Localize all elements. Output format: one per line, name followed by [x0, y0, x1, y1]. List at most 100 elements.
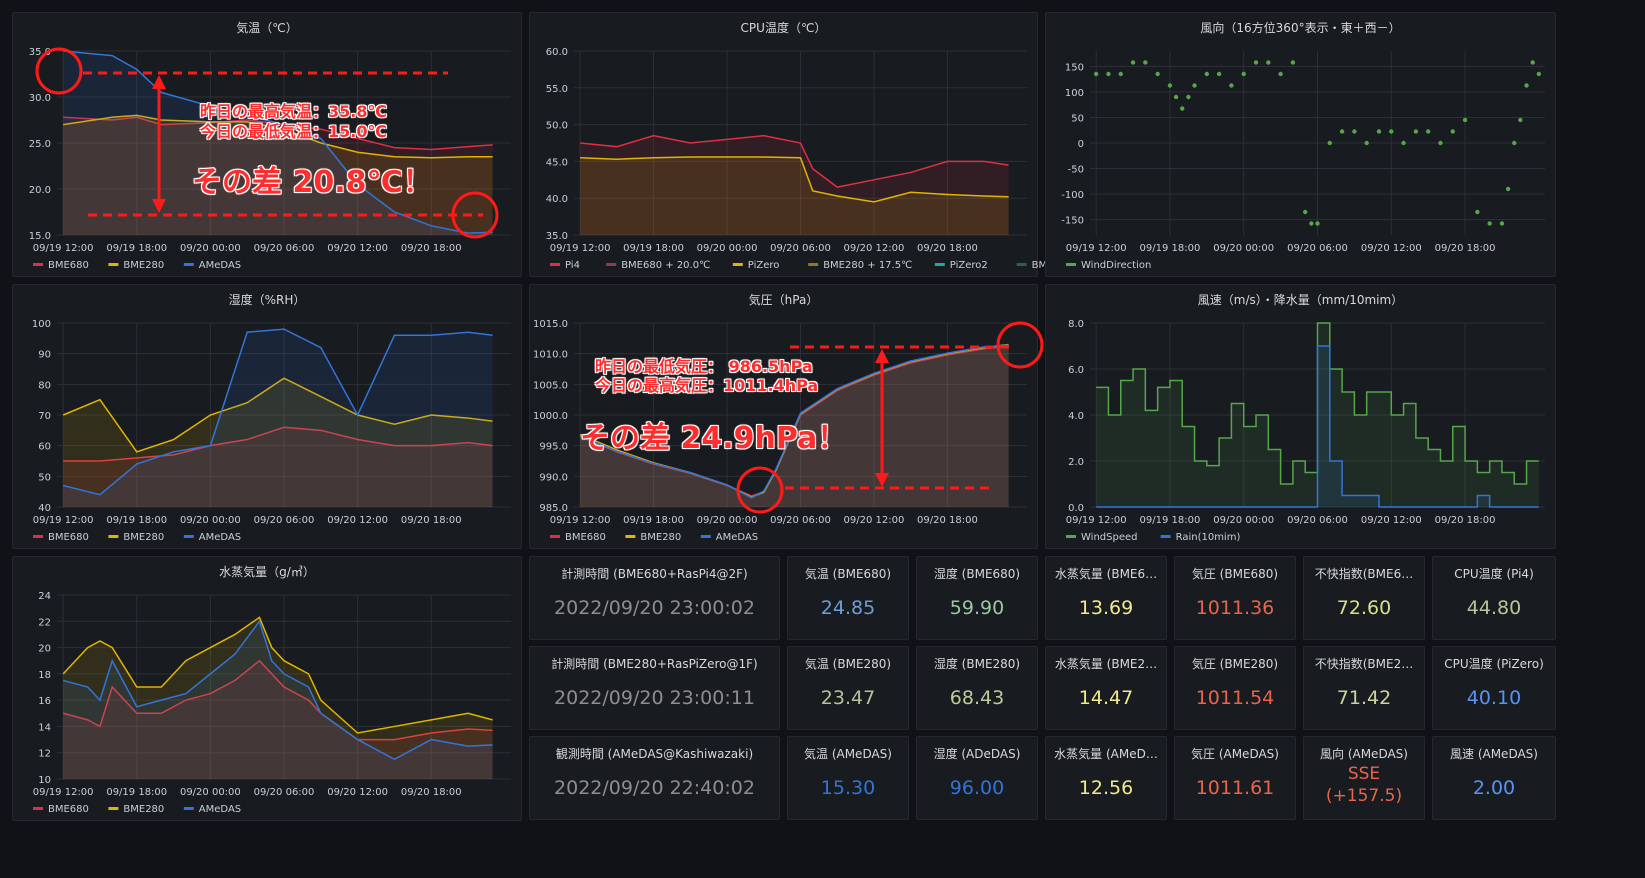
data-point	[1229, 83, 1234, 88]
legend-item[interactable]: WindDirection	[1066, 260, 1151, 271]
x-tick-label: 09/20 12:00	[844, 515, 905, 526]
data-point	[1155, 71, 1160, 77]
legend-item[interactable]: BME280	[625, 532, 681, 543]
data-point	[1143, 60, 1148, 65]
data-point	[1173, 94, 1179, 100]
legend-item[interactable]: BME680	[33, 804, 89, 815]
legend-item[interactable]: AMeDAS	[183, 260, 241, 271]
y-tick-label: 4.0	[1068, 411, 1084, 422]
legend-item[interactable]: BME680	[33, 532, 89, 543]
legend-item[interactable]: BME280 + 17.5℃	[808, 260, 912, 271]
stat-panel: 気圧 (AMeDAS) 1011.61	[1174, 736, 1296, 820]
legend-item[interactable]: PiZero2	[934, 260, 988, 271]
stat-title: CPU温度 (PiZero)	[1444, 657, 1544, 671]
data-point	[1450, 129, 1455, 134]
legend-item[interactable]: AMeDAS	[183, 804, 241, 815]
y-tick-label: 90	[38, 350, 51, 361]
legend-label: BME280	[640, 532, 681, 543]
x-tick-label: 09/20 00:00	[1213, 243, 1274, 254]
legend-item[interactable]: BME680	[33, 260, 89, 271]
y-tick-label: 985.0	[539, 503, 568, 514]
y-tick-label: 18	[38, 670, 51, 681]
legend-item[interactable]: BME280	[108, 532, 164, 543]
x-tick-label: 09/19 18:00	[106, 243, 167, 254]
stat-panel: 風速 (AMeDAS) 2.00	[1432, 736, 1556, 820]
stat-value: 59.90	[949, 597, 1005, 619]
legend-item[interactable]: BME680 + 20.0℃	[606, 260, 710, 271]
y-tick-label: 25.0	[29, 139, 51, 150]
stat-panel: 風向 (AMeDAS) SSE (+157.5)	[1303, 736, 1425, 820]
data-point	[1241, 71, 1246, 77]
y-tick-label: 60	[38, 442, 51, 453]
legend-swatch	[1066, 263, 1076, 266]
x-tick-label: 09/20 06:00	[254, 515, 315, 526]
y-tick-label: 16	[38, 696, 51, 707]
legend-swatch	[1160, 535, 1171, 538]
y-tick-label: 70	[38, 411, 51, 422]
stat-title: 風向 (AMeDAS)	[1320, 747, 1408, 761]
stat-value: 72.60	[1336, 597, 1392, 619]
legend-swatch	[183, 535, 194, 538]
legend-swatch	[625, 535, 636, 538]
legend-swatch	[934, 263, 945, 266]
data-point	[1462, 117, 1468, 123]
legend-item[interactable]: Rain(10mim)	[1160, 532, 1241, 543]
data-point	[1512, 140, 1517, 146]
x-tick-label: 09/20 00:00	[180, 515, 241, 526]
stat-panel: CPU温度 (PiZero) 40.10	[1432, 646, 1556, 730]
x-tick-label: 09/20 12:00	[844, 243, 905, 254]
x-tick-label: 09/19 12:00	[550, 515, 611, 526]
x-tick-label: 09/20 06:00	[770, 243, 831, 254]
legend-item[interactable]: Pi4	[550, 260, 580, 271]
data-point	[1536, 71, 1542, 77]
data-point	[1364, 140, 1369, 146]
legend-label: PiZero2	[950, 260, 988, 271]
x-tick-label: 09/19 12:00	[550, 243, 611, 254]
stat-value: SSE (+157.5)	[1325, 764, 1403, 806]
stat-title: 気圧 (AMeDAS)	[1191, 747, 1279, 761]
legend-swatch	[33, 535, 43, 538]
x-tick-label: 09/20 00:00	[180, 787, 241, 798]
chart-wind: 0.0 2.0 4.0 6.0 8.0 09/19 12:00 09/19 18:00 09/…	[1066, 319, 1545, 543]
legend-item[interactable]: BME280	[108, 804, 164, 815]
stat-value: 1011.36	[1195, 597, 1275, 619]
stat-panel: CPU温度 (Pi4) 44.80	[1432, 556, 1556, 640]
data-point	[1518, 117, 1523, 123]
y-tick-label: 0	[1078, 139, 1084, 150]
y-tick-label: 14	[38, 722, 51, 733]
y-tick-label: 150	[1065, 62, 1084, 73]
legend-label: PiZero	[748, 260, 780, 271]
stat-panel: 気圧 (BME280) 1011.54	[1174, 646, 1296, 730]
stat-value: 15.30	[820, 777, 876, 799]
x-tick-label: 09/20 00:00	[1213, 515, 1274, 526]
x-tick-label: 09/20 06:00	[1287, 515, 1348, 526]
legend-item[interactable]: PiZero	[732, 260, 780, 271]
stat-value: 40.10	[1466, 687, 1522, 709]
y-tick-label: 15.0	[29, 231, 51, 242]
data-point	[1106, 71, 1111, 77]
legend-item[interactable]: AMeDAS	[183, 532, 241, 543]
legend-item[interactable]: BME680	[550, 532, 606, 543]
legend-item[interactable]: AMeDAS	[700, 532, 758, 543]
stat-panel: 不快指数(BME2… 71.42	[1303, 646, 1425, 730]
stat-title: 不快指数(BME6…	[1314, 567, 1414, 581]
annotation-temp-line2: 今日の最低気温：15.0℃	[200, 122, 387, 141]
stat-panel: 気温 (BME680) 24.85	[787, 556, 909, 640]
chart-temperature: 15.020.025.030.035.009/19 12:00 09/19 18:…	[29, 47, 511, 271]
legend-item[interactable]: WindSpeed	[1066, 532, 1137, 543]
y-tick-label: 35.0	[546, 231, 568, 242]
data-point	[1524, 83, 1529, 88]
y-tick-label: 995.0	[539, 442, 568, 453]
y-tick-label: -150	[1061, 216, 1084, 227]
data-point	[1425, 129, 1431, 134]
data-point	[1167, 83, 1173, 88]
panel-vapor: 水蒸気量（g/㎥） 10 12 14 16 18 20 22 24 09/19 12:00 09/…	[12, 556, 522, 821]
data-point	[1303, 209, 1308, 215]
data-point	[1499, 221, 1505, 226]
legend-item[interactable]: BME280	[108, 260, 164, 271]
data-point	[1339, 129, 1345, 134]
stat-panel: 湿度 (ADeDAS) 96.00	[916, 736, 1038, 820]
stat-value: 68.43	[949, 687, 1005, 709]
data-point	[1093, 71, 1099, 77]
legend-swatch	[700, 535, 711, 538]
